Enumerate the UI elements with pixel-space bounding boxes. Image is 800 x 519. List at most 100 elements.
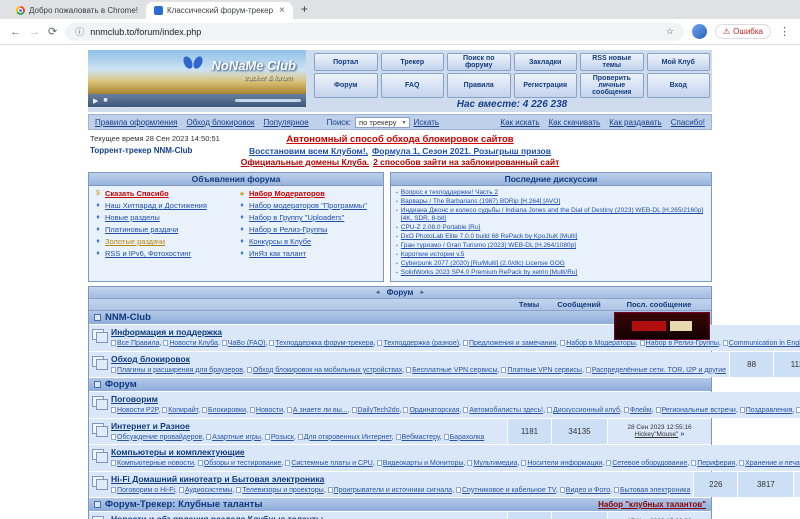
- arrow-right-icon[interactable]: ►: [419, 290, 425, 296]
- error-button[interactable]: ⚠ Ошибка: [715, 24, 771, 39]
- forum-sublink[interactable]: Ординаторская: [403, 407, 463, 414]
- forum-sublink[interactable]: Азартные игры: [206, 433, 265, 441]
- announcement-link[interactable]: Формула 1, Сезон 2021. Розыгрыш призов: [372, 146, 551, 156]
- announcement-link[interactable]: Официальные домены Клуба.: [241, 157, 369, 167]
- bookmark-star-icon[interactable]: ☆: [666, 26, 674, 37]
- subnav-link[interactable]: Обход блокировок: [186, 118, 254, 127]
- subnav-link[interactable]: Как скачивать: [549, 118, 601, 127]
- announcement-item-link[interactable]: ИнЯз как талант: [249, 249, 306, 258]
- close-tab-icon[interactable]: ×: [279, 5, 285, 16]
- forum-sublink[interactable]: Копирайт: [162, 407, 202, 414]
- forum-sublink[interactable]: Розыск: [264, 433, 298, 441]
- forum-sublink[interactable]: Дискуссионный клуб: [547, 407, 624, 414]
- forum-sublink[interactable]: Аудиосистемы: [178, 486, 236, 494]
- stop-icon[interactable]: ■: [103, 97, 107, 104]
- forum-title-link[interactable]: Интернет и Разное: [111, 421, 190, 431]
- forum-sublink[interactable]: Компьютерные новости: [111, 460, 198, 467]
- announcement-item-link[interactable]: Набор в Релиз-Группы: [249, 225, 327, 234]
- forum-sublink[interactable]: Юмор: [796, 407, 800, 414]
- forum-sublink[interactable]: Периферия: [691, 460, 739, 467]
- discussion-link[interactable]: Индиана Джонс и колесо судьбы / Indiana …: [401, 207, 706, 223]
- tab-welcome[interactable]: Добро пожаловать в Chrome!: [8, 2, 146, 19]
- nav-button[interactable]: Вход: [646, 73, 710, 98]
- discussion-link[interactable]: Гран туризмо / Gran Turismo (2023) WEB-D…: [401, 242, 576, 250]
- subnav-link[interactable]: Спасибо!: [671, 118, 705, 127]
- last-post-user[interactable]: Hickey"Mouse": [635, 431, 679, 438]
- forum-sublink[interactable]: А знаете ли вы...: [286, 407, 352, 414]
- announcement-item-link[interactable]: Золотые раздачи: [105, 237, 165, 246]
- nav-button[interactable]: Портал: [314, 53, 378, 71]
- subnav-link[interactable]: Как раздавать: [609, 118, 662, 127]
- subnav-link[interactable]: Как искать: [500, 118, 539, 127]
- nav-button[interactable]: Закладки: [513, 53, 577, 71]
- announcement-item-link[interactable]: Платиновые раздачи: [105, 225, 178, 234]
- forum-sublink[interactable]: Новости: [249, 407, 287, 414]
- announcement-item-link[interactable]: Новые разделы: [105, 213, 160, 222]
- forum-sublink[interactable]: Обзоры и тестирование: [197, 460, 285, 467]
- collapse-icon[interactable]: [94, 501, 101, 508]
- forum-title-link[interactable]: Новости и объявления раздела Клубные тал…: [111, 514, 323, 519]
- forum-sublink[interactable]: Обсуждение провайдеров: [111, 433, 206, 441]
- announcement-link[interactable]: Автономный способ обхода блокировок сайт…: [286, 134, 513, 145]
- forum-sublink[interactable]: Бесплатные VPN сервисы: [406, 366, 501, 374]
- discussion-link[interactable]: Короткие истории v.5: [401, 251, 465, 259]
- announcement-item-link[interactable]: Конкурсы в Клубе: [249, 237, 311, 246]
- nav-button[interactable]: RSS новые темы: [580, 53, 644, 71]
- forum-sublink[interactable]: Communication in English (any questions): [722, 340, 800, 347]
- volume-slider[interactable]: [235, 99, 301, 102]
- forum-title-link[interactable]: Поговорим: [111, 394, 158, 404]
- discussion-link[interactable]: CPU-Z 2.08.0 Portable [Ru]: [401, 224, 480, 232]
- forum-sublink[interactable]: Поздравления: [739, 407, 796, 414]
- forum-sublink[interactable]: Техподдержка форум-трекера: [269, 340, 377, 347]
- new-tab-button[interactable]: +: [301, 2, 308, 16]
- announcement-item-link[interactable]: Набор в Группу "Uploaders": [249, 213, 344, 222]
- nav-button[interactable]: Мой Клуб: [646, 53, 710, 71]
- forum-sublink[interactable]: Спутниковое и кабельное TV: [455, 486, 560, 494]
- forum-sublink[interactable]: Обход блокировок на мобильных устройства…: [246, 366, 406, 374]
- forum-sublink[interactable]: Предложения и замечания: [462, 340, 560, 347]
- announcement-item-link[interactable]: Наш Хитпарад и Достижения: [105, 201, 207, 210]
- browser-menu-icon[interactable]: ⋮: [779, 25, 790, 38]
- section-title-link[interactable]: Форум-Трекер: Клубные таланты: [105, 499, 263, 510]
- forum-sublink[interactable]: Плагины и расширения для браузеров: [111, 366, 247, 374]
- forum-sublink[interactable]: Системные платы и CPU: [285, 460, 377, 467]
- collapse-icon[interactable]: [94, 381, 101, 388]
- goto-last-post-icon[interactable]: »: [680, 431, 684, 438]
- discussion-link[interactable]: Вопрос к техподдержке! Часть 2: [401, 189, 498, 197]
- forum-sublink[interactable]: Платные VPN сервисы: [501, 366, 586, 374]
- discussion-link[interactable]: DxO PhotoLab Elite 7.0.0 build 68 RePack…: [401, 233, 578, 241]
- forum-sublink[interactable]: Новости P2P: [111, 407, 162, 414]
- forum-sublink[interactable]: Новости Клуба: [163, 340, 222, 347]
- ad-banner[interactable]: [614, 312, 710, 340]
- forum-sublink[interactable]: Бытовая электроника: [614, 486, 690, 494]
- site-info-icon[interactable]: ⓘ: [75, 25, 84, 38]
- discussion-link[interactable]: Cyberpunk 2077 (2020) [Ru/Multi] (2.0/dl…: [401, 260, 565, 268]
- forum-sublink[interactable]: Блокировки: [201, 407, 250, 414]
- arrow-left-icon[interactable]: ◄: [375, 290, 381, 296]
- profile-avatar[interactable]: [692, 24, 707, 39]
- forum-sublink[interactable]: Барахолка: [443, 433, 484, 441]
- announcement-item-link[interactable]: Набор Модераторов: [249, 189, 325, 198]
- forum-sublink[interactable]: Техподдержка (разное): [377, 340, 463, 347]
- forum-sublink[interactable]: Для откровенных Интернет: [297, 433, 396, 441]
- nav-button[interactable]: Правила: [447, 73, 511, 98]
- forum-sublink[interactable]: Региональные встречи: [655, 407, 740, 414]
- subnav-link[interactable]: Популярное: [264, 118, 309, 127]
- collapse-icon[interactable]: [94, 314, 101, 321]
- site-logo[interactable]: NoNaMe Club tracker & forum: [88, 50, 306, 94]
- forum-sublink[interactable]: DailyTech2do: [351, 407, 403, 414]
- section-title-link[interactable]: Форум: [105, 379, 137, 390]
- forum-title-link[interactable]: Обход блокировок: [111, 354, 190, 364]
- announcement-item-link[interactable]: Набор модераторов "Программы": [249, 201, 367, 210]
- address-bar[interactable]: ⓘ nnmclub.to/forum/index.php ☆: [65, 22, 684, 41]
- forum-sublink[interactable]: Флейм: [623, 407, 656, 414]
- discussion-link[interactable]: SolidWorks 2023 SP4.0 Premium RePack by …: [401, 269, 578, 277]
- forward-icon[interactable]: →: [29, 26, 40, 38]
- section-note-link[interactable]: Набор "клубных талантов": [598, 500, 706, 509]
- forum-sublink[interactable]: ЧаВо (FAQ): [221, 340, 269, 347]
- discussion-link[interactable]: Варвары / The Barbarians (1987) BDRip [H…: [401, 198, 560, 206]
- nav-button[interactable]: Трекер: [380, 53, 444, 71]
- forum-sublink[interactable]: Автомобилисты здесь!: [463, 407, 547, 414]
- announcement-item-link[interactable]: RSS и IPv6, Фотохостинг: [105, 249, 191, 258]
- forum-sublink[interactable]: Набор в Модераторы: [560, 340, 640, 347]
